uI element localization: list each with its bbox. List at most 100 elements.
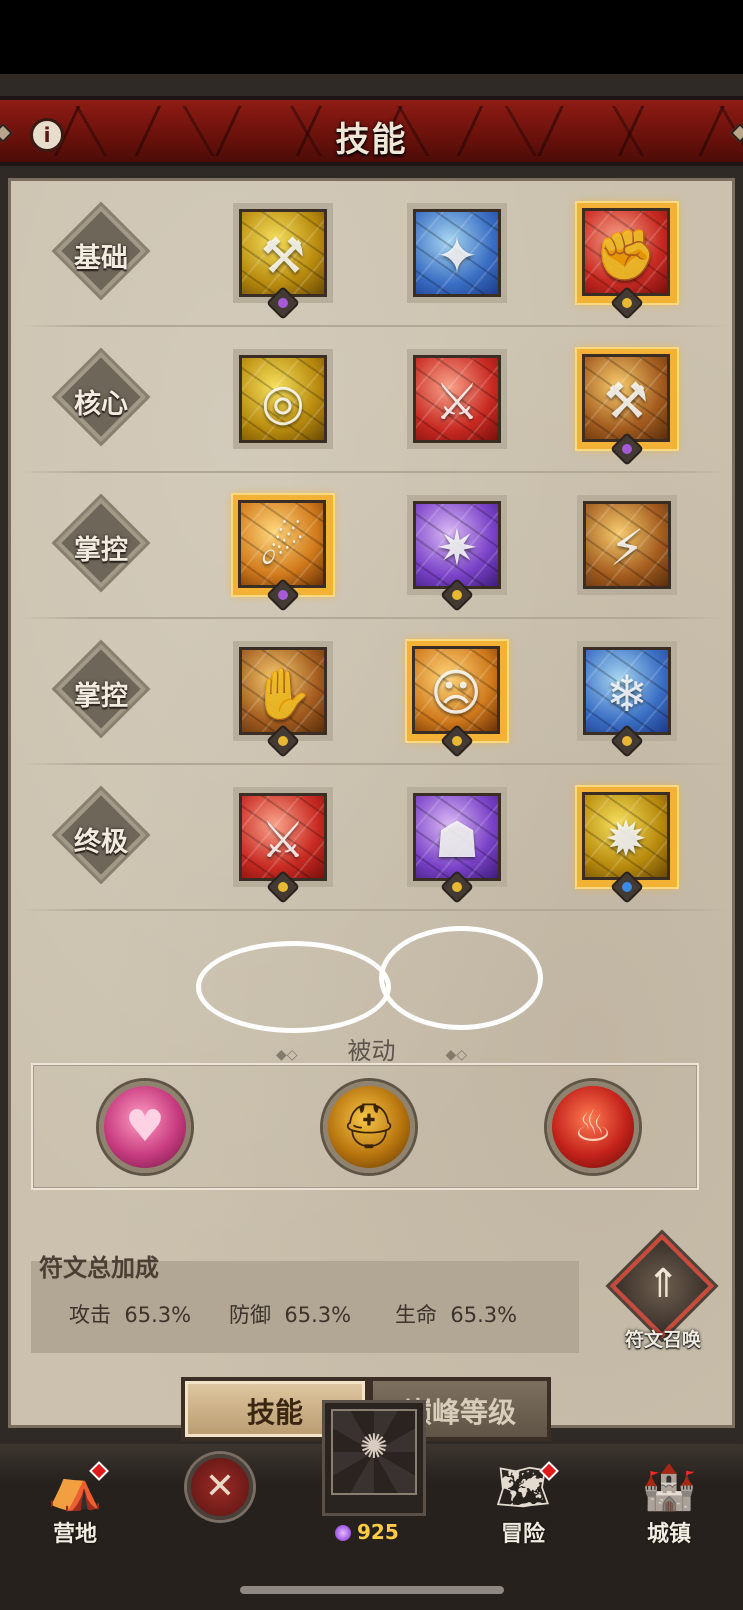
heart-icon: ♥	[125, 1101, 165, 1152]
skill-glyph: ⚒	[603, 372, 649, 430]
row-label: 基础	[55, 205, 147, 297]
passive-title: 被动	[11, 1031, 732, 1066]
skill-slot[interactable]: ⚔	[233, 787, 333, 904]
helmet-icon: ⛑	[341, 1101, 397, 1152]
skill-glyph: ◎	[261, 373, 305, 431]
skill-slot[interactable]: ✊	[577, 203, 677, 320]
skill-glyph: ⚔	[434, 373, 480, 431]
close-icon[interactable]: ✕	[187, 1454, 253, 1520]
passive-skills: ♥ ⛑ ♨	[31, 1063, 699, 1190]
skill-glyph: ✊	[594, 226, 658, 284]
rage-icon: ✹	[582, 792, 670, 880]
annotation-circle-2	[379, 926, 543, 1030]
passive-helmet-icon[interactable]: ⛑	[323, 1081, 415, 1173]
row-label-text: 终极	[74, 827, 128, 858]
spider-icon: ✺	[359, 1427, 389, 1467]
arrow-up-icon: ⇑	[646, 1261, 680, 1307]
skill-row: 终极 ⚔ ☗ ✹	[11, 765, 738, 911]
skill-slot[interactable]: ☗	[407, 787, 507, 904]
skill-row: 掌控 ☄ ✷ ⚡	[11, 473, 738, 619]
rune-stat-defense: 防御 65.3%	[229, 1299, 351, 1329]
title-banner: i 技能	[0, 96, 743, 166]
skill-slot[interactable]: ☄	[233, 495, 333, 612]
skill-slot[interactable]: ⚡	[577, 495, 677, 595]
skill-glyph: ⚔	[260, 811, 306, 869]
demon-helm-icon: ☗	[413, 793, 501, 881]
row-divider	[21, 909, 728, 911]
fire-face-icon: ♨	[573, 1101, 613, 1152]
rune-stat-value: 65.3%	[284, 1303, 352, 1327]
passive-heart-icon[interactable]: ♥	[99, 1081, 191, 1173]
frost-shout-icon: ❄	[583, 647, 671, 735]
row-label-text: 掌控	[74, 681, 128, 712]
gem-icon	[335, 1525, 351, 1541]
skill-slot[interactable]: ⚔	[407, 349, 507, 449]
skill-glyph: ☹	[429, 664, 483, 722]
row-label-text: 掌控	[74, 535, 128, 566]
nav-town[interactable]: 🏰 城镇	[614, 1460, 724, 1550]
tent-icon: ⛺	[47, 1462, 103, 1513]
rune-stat-health: 生命 65.3%	[395, 1299, 517, 1329]
bottom-nav: ⛺ 营地 ✕ ✺ 925 🗺 冒险 🏰 城镇	[0, 1400, 743, 1610]
rune-stat-attack: 攻击 65.3%	[69, 1299, 191, 1329]
skill-glyph: ☄	[259, 518, 305, 576]
hammer-icon: ⚒	[239, 209, 327, 297]
skill-row: 基础 ⚒ ✦ ✊	[11, 181, 738, 327]
skill-slot[interactable]: ✹	[577, 787, 677, 904]
skill-slot[interactable]: ✦	[407, 203, 507, 303]
skill-slot[interactable]: ◎	[233, 349, 333, 449]
hammer-slam-icon: ⚒	[582, 354, 670, 442]
rune-bonus-title: 符文总加成	[39, 1254, 159, 1282]
shadow-burst-icon: ✷	[413, 501, 501, 589]
skill-glyph: ✹	[605, 810, 647, 868]
rune-stat-label: 防御	[229, 1303, 271, 1327]
skill-slot[interactable]: ☹	[407, 641, 507, 758]
skill-slot[interactable]: ⚒	[233, 203, 333, 320]
skill-glyph: ✷	[436, 519, 478, 577]
hammer-smash-icon: ✦	[413, 209, 501, 297]
skill-row: 核心 ◎ ⚔ ⚒	[11, 327, 738, 473]
whirlwind-icon: ◎	[239, 355, 327, 443]
skill-slot[interactable]: ✋	[233, 641, 333, 758]
row-label-text: 核心	[74, 389, 128, 420]
nav-camp-label: 营地	[52, 1522, 97, 1547]
rune-stat-value: 65.3%	[124, 1303, 192, 1327]
skill-glyph: ⚡	[609, 519, 645, 577]
row-label: 核心	[55, 351, 147, 443]
gem-counter: 925	[335, 1520, 425, 1544]
character-slot[interactable]: ✺	[322, 1400, 426, 1516]
skill-screen: i 技能 基础 ⚒ ✦ ✊ 核心 ◎ ⚔ ⚒ 掌控 ☄ ✷ ⚡ 掌控 ✋ ☹ ❄ 终极 ⚔ ☗ ✹ 被动 ♥ ⛑ ♨ …	[0, 74, 743, 1444]
blade-slash-icon: ⚔	[413, 355, 501, 443]
row-label: 掌控	[55, 497, 147, 589]
punch-icon: ✊	[582, 208, 670, 296]
war-cry-icon: ☹	[412, 646, 500, 734]
row-label: 掌控	[55, 643, 147, 735]
ground-slam-icon: ⚡	[583, 501, 671, 589]
blood-blade-icon: ⚔	[239, 793, 327, 881]
rune-summon-button[interactable]: ⇑ 符文召唤	[609, 1233, 715, 1351]
nav-adventure[interactable]: 🗺 冒险	[468, 1460, 578, 1550]
skill-glyph: ❄	[606, 665, 648, 723]
rune-summon-label: 符文召唤	[624, 1329, 701, 1351]
charge-icon: ☄	[238, 500, 326, 588]
skill-slot[interactable]: ✷	[407, 495, 507, 612]
skill-glyph: ✦	[436, 227, 478, 285]
page-title: 技能	[335, 120, 408, 160]
nav-town-label: 城镇	[646, 1522, 691, 1547]
status-area	[0, 0, 743, 74]
skill-row: 掌控 ✋ ☹ ❄	[11, 619, 738, 765]
rune-stat-label: 生命	[395, 1303, 437, 1327]
gem-count-value: 925	[357, 1520, 399, 1544]
skill-slot[interactable]: ❄	[577, 641, 677, 758]
nav-camp[interactable]: ⛺ 营地	[20, 1460, 130, 1550]
skill-glyph: ☗	[434, 811, 480, 869]
annotation-circle-1	[196, 941, 391, 1033]
row-label-text: 基础	[74, 243, 128, 274]
rune-stat-label: 攻击	[69, 1303, 111, 1327]
map-icon: 🗺	[495, 1462, 551, 1513]
rune-stat-value: 65.3%	[450, 1303, 518, 1327]
passive-fire-face-icon[interactable]: ♨	[547, 1081, 639, 1173]
home-indicator	[240, 1586, 504, 1594]
skill-slot[interactable]: ⚒	[577, 349, 677, 466]
nav-adventure-label: 冒险	[500, 1522, 545, 1547]
